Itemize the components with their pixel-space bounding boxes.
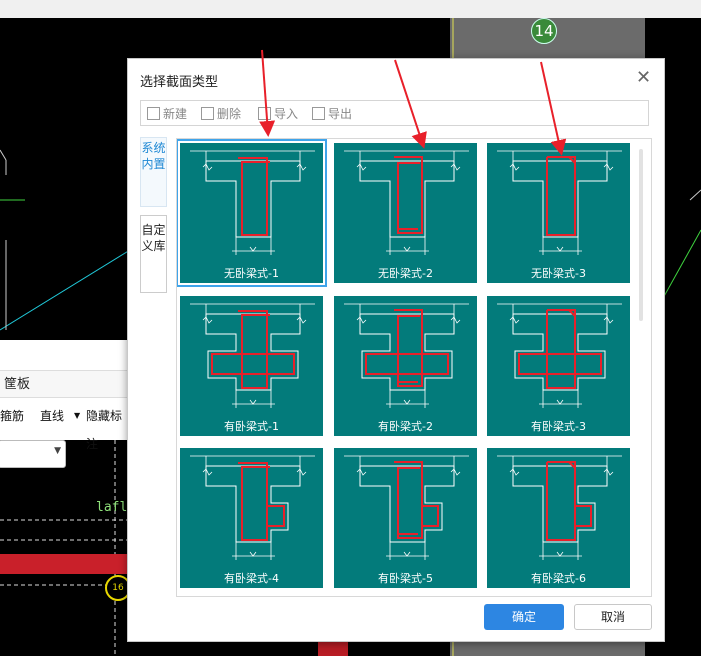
section-type-item[interactable]: 有卧梁式-6 — [487, 448, 630, 588]
cad-text: lafl — [96, 500, 128, 515]
ok-button[interactable]: 确定 — [484, 604, 564, 630]
section-diagram — [497, 150, 622, 255]
section-diagram — [344, 303, 469, 408]
select-section-type-dialog: 选择截面类型 ✕ 新建 删除 导入 导出 系统内置 自定义库 无卧梁式-1 无卧梁… — [127, 58, 665, 642]
section-type-item[interactable]: 有卧梁式-4 — [180, 448, 323, 588]
section-type-item[interactable]: 有卧梁式-5 — [334, 448, 477, 588]
side-panel-toolbar: 箍筋 直线 ▼ 隐藏标注 — [0, 402, 130, 451]
section-type-label: 有卧梁式-6 — [531, 572, 586, 585]
side-panel-combobox[interactable]: ▼ — [0, 440, 66, 468]
tool-line[interactable]: 直线 — [40, 402, 64, 430]
cancel-button[interactable]: 取消 — [574, 604, 652, 630]
import-label: 导入 — [274, 107, 299, 121]
section-type-label: 有卧梁式-1 — [224, 420, 279, 433]
section-diagram — [497, 303, 622, 408]
section-type-label: 有卧梁式-3 — [531, 420, 586, 433]
section-diagram — [344, 150, 469, 255]
dialog-toolbar: 新建 删除 导入 导出 — [140, 100, 649, 126]
trash-icon — [201, 107, 214, 120]
new-button[interactable]: 新建 — [147, 105, 187, 122]
section-type-label: 无卧梁式-1 — [224, 267, 279, 280]
section-type-label: 有卧梁式-4 — [224, 572, 279, 585]
section-diagram — [190, 455, 315, 560]
section-type-label: 有卧梁式-5 — [378, 572, 433, 585]
import-icon — [258, 107, 271, 120]
section-type-label: 无卧梁式-3 — [531, 267, 586, 280]
section-type-item[interactable]: 有卧梁式-3 — [487, 296, 630, 436]
section-type-item[interactable]: 有卧梁式-1 — [180, 296, 323, 436]
new-label: 新建 — [163, 107, 188, 121]
export-icon — [312, 107, 325, 120]
tab-custom-library[interactable]: 自定义库 — [140, 215, 167, 293]
delete-label: 删除 — [217, 107, 242, 121]
section-type-label: 有卧梁式-2 — [378, 420, 433, 433]
import-button[interactable]: 导入 — [258, 105, 298, 122]
section-type-item[interactable]: 无卧梁式-2 — [334, 143, 477, 283]
chevron-down-icon: ▼ — [54, 446, 61, 456]
section-type-item[interactable]: 无卧梁式-1 — [177, 139, 327, 287]
section-diagram — [497, 455, 622, 560]
dialog-title: 选择截面类型 — [140, 75, 219, 90]
section-diagram — [190, 303, 315, 408]
tool-stirrup[interactable]: 箍筋 — [0, 402, 24, 430]
tab-system-builtin[interactable]: 系统内置 — [140, 137, 167, 207]
section-type-grid: 无卧梁式-1 无卧梁式-2 无卧梁式-3 有卧梁式-1 有卧梁式-2 有卧梁式-3 有卧梁式… — [176, 138, 652, 597]
new-file-icon — [147, 107, 160, 120]
export-label: 导出 — [328, 107, 353, 121]
tool-hide-annotation[interactable]: 隐藏标注 — [86, 402, 130, 458]
export-button[interactable]: 导出 — [312, 105, 352, 122]
section-type-item[interactable]: 无卧梁式-3 — [487, 143, 630, 283]
section-type-label: 无卧梁式-2 — [378, 267, 433, 280]
section-diagram — [344, 455, 469, 560]
cad-red-beam — [0, 554, 130, 574]
close-icon[interactable]: ✕ — [636, 67, 651, 88]
side-panel-title: 筐板 — [0, 370, 130, 398]
section-type-item[interactable]: 有卧梁式-2 — [334, 296, 477, 436]
grid-scrollbar[interactable] — [639, 149, 643, 321]
delete-button[interactable]: 删除 — [201, 105, 241, 122]
section-diagram — [190, 150, 315, 255]
chevron-down-icon: ▼ — [74, 411, 81, 420]
